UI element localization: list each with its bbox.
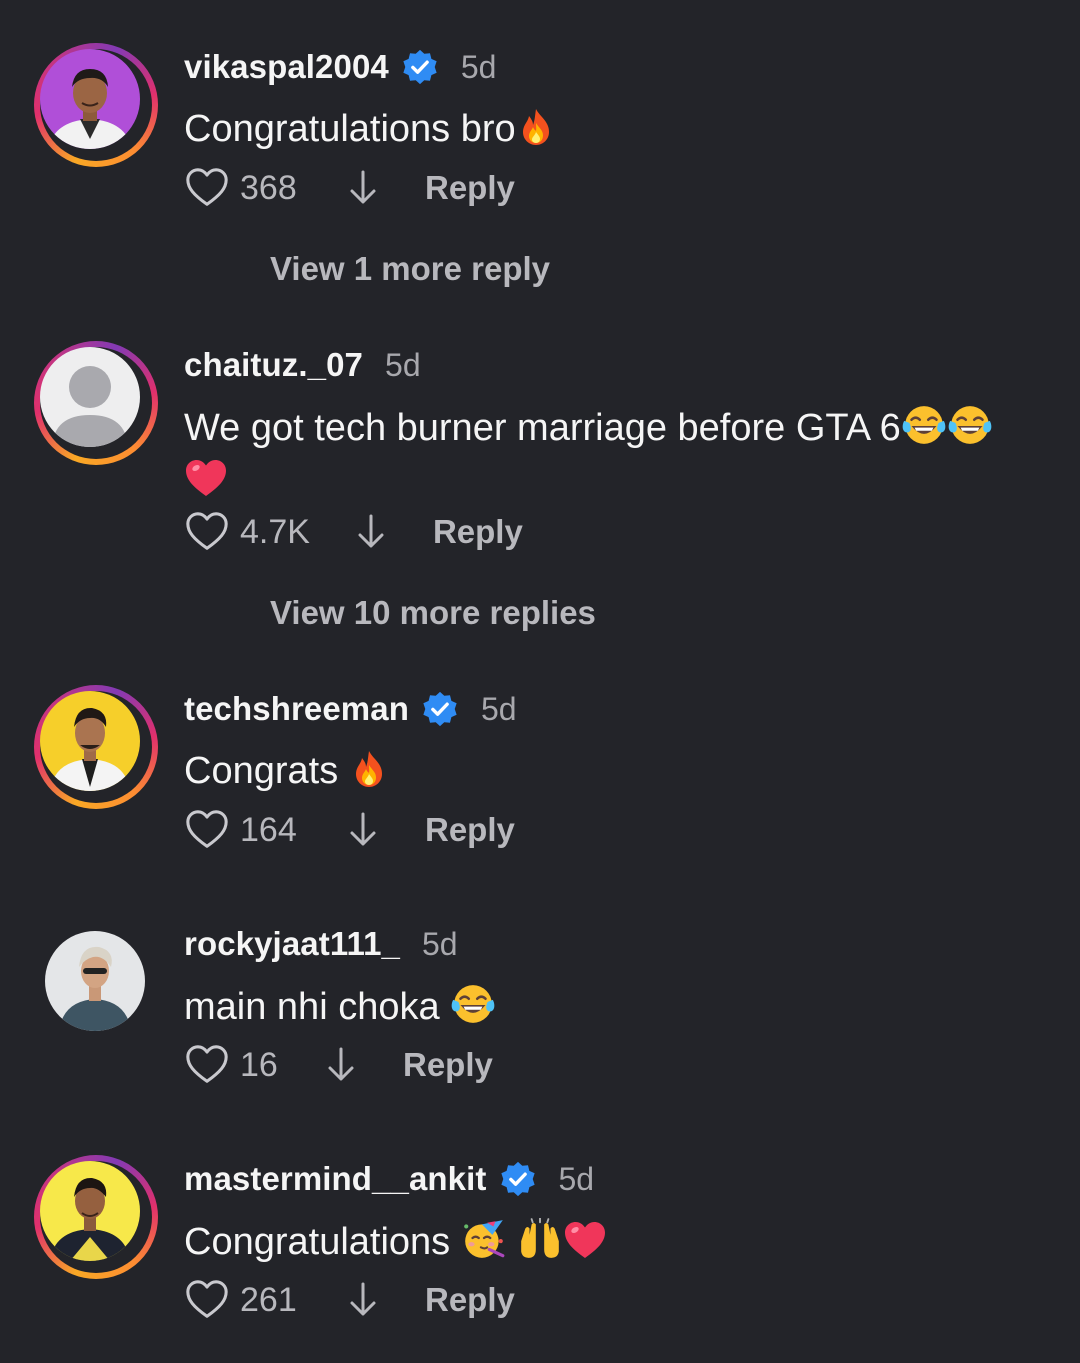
like-count: 164 bbox=[240, 810, 297, 849]
comment-body: Congratulations bbox=[184, 1221, 461, 1263]
comment-header: vikaspal2004 5d bbox=[184, 45, 496, 89]
reply-button[interactable]: Reply bbox=[425, 811, 515, 849]
heart-icon[interactable] bbox=[184, 807, 230, 853]
reply-button[interactable]: Reply bbox=[425, 1281, 515, 1319]
comment-text: Congratulations bro bbox=[184, 106, 556, 152]
comment-header: chaituz._07 5d bbox=[184, 343, 421, 387]
avatar[interactable] bbox=[40, 691, 140, 791]
view-more-replies-button[interactable]: View 1 more reply bbox=[270, 250, 550, 288]
fire-emoji-icon bbox=[516, 107, 556, 147]
comment-actions: 164 Reply bbox=[184, 806, 515, 854]
avatar[interactable] bbox=[40, 49, 140, 149]
timestamp: 5d bbox=[558, 1160, 595, 1197]
reply-button[interactable]: Reply bbox=[433, 513, 523, 551]
username[interactable]: chaituz._07 bbox=[184, 346, 363, 384]
like-count: 4.7K bbox=[240, 512, 310, 551]
avatar[interactable] bbox=[40, 1161, 140, 1261]
avatar[interactable] bbox=[45, 931, 145, 1031]
comment-text: main nhi choka bbox=[184, 983, 496, 1030]
like-count: 368 bbox=[240, 168, 297, 207]
timestamp: 5d bbox=[422, 925, 458, 962]
tears-of-joy-emoji-icon bbox=[947, 404, 993, 446]
timestamp: 5d bbox=[460, 48, 497, 85]
reply-button[interactable]: Reply bbox=[425, 169, 515, 207]
comment-body: main nhi choka bbox=[184, 986, 451, 1028]
comment-text: Congratulations bbox=[184, 1218, 607, 1265]
arrow-down-icon[interactable] bbox=[325, 1045, 357, 1085]
like-count: 261 bbox=[240, 1280, 297, 1319]
red-heart-emoji-icon bbox=[184, 458, 228, 498]
comment-actions: 368 Reply bbox=[184, 164, 515, 212]
comment-actions: 16 Reply bbox=[184, 1041, 493, 1089]
comment-header: techshreeman 5d bbox=[184, 687, 517, 731]
username[interactable]: rockyjaat111_ bbox=[184, 925, 400, 963]
raising-hands-emoji-icon bbox=[517, 1218, 563, 1260]
like-count: 16 bbox=[240, 1045, 278, 1084]
partying-face-emoji-icon bbox=[461, 1218, 507, 1260]
comment-body: Congrats bbox=[184, 750, 349, 792]
comment-header: mastermind__ankit 5d bbox=[184, 1157, 594, 1201]
username[interactable]: techshreeman bbox=[184, 690, 409, 728]
avatar-story-ring[interactable] bbox=[34, 685, 158, 809]
comment-text: Congrats bbox=[184, 748, 389, 794]
arrow-down-icon[interactable] bbox=[347, 168, 379, 208]
username[interactable]: vikaspal2004 bbox=[184, 48, 389, 86]
avatar-story-ring[interactable] bbox=[34, 341, 158, 465]
heart-icon[interactable] bbox=[184, 509, 230, 555]
comment-actions: 4.7K Reply bbox=[184, 508, 523, 556]
verified-badge-icon bbox=[401, 48, 439, 86]
arrow-down-icon[interactable] bbox=[347, 1280, 379, 1320]
comment-actions: 261 Reply bbox=[184, 1276, 515, 1324]
verified-badge-icon bbox=[499, 1160, 537, 1198]
comment-header: rockyjaat111_ 5d bbox=[184, 922, 458, 966]
comments-list: vikaspal2004 5d Congratulations bro 368 … bbox=[0, 0, 1080, 1363]
timestamp: 5d bbox=[385, 346, 421, 383]
username[interactable]: mastermind__ankit bbox=[184, 1160, 487, 1198]
heart-icon[interactable] bbox=[184, 165, 230, 211]
arrow-down-icon[interactable] bbox=[347, 810, 379, 850]
arrow-down-icon[interactable] bbox=[355, 512, 387, 552]
view-more-replies-button[interactable]: View 10 more replies bbox=[270, 594, 596, 632]
avatar-story-ring[interactable] bbox=[34, 43, 158, 167]
reply-button[interactable]: Reply bbox=[403, 1046, 493, 1084]
timestamp: 5d bbox=[480, 690, 517, 727]
red-heart-emoji-icon bbox=[563, 1220, 607, 1260]
comment-body: Congratulations bro bbox=[184, 108, 516, 150]
avatar-container[interactable] bbox=[34, 920, 158, 1044]
fire-emoji-icon bbox=[349, 749, 389, 789]
avatar[interactable] bbox=[40, 347, 140, 447]
tears-of-joy-emoji-icon bbox=[450, 983, 496, 1025]
tears-of-joy-emoji-icon bbox=[901, 404, 947, 446]
comment-text: We got tech burner marriage before GTA 6 bbox=[184, 404, 1064, 498]
comment-body: We got tech burner marriage before GTA 6 bbox=[184, 407, 901, 449]
verified-badge-icon bbox=[421, 690, 459, 728]
heart-icon[interactable] bbox=[184, 1277, 230, 1323]
avatar-story-ring[interactable] bbox=[34, 1155, 158, 1279]
heart-icon[interactable] bbox=[184, 1042, 230, 1088]
